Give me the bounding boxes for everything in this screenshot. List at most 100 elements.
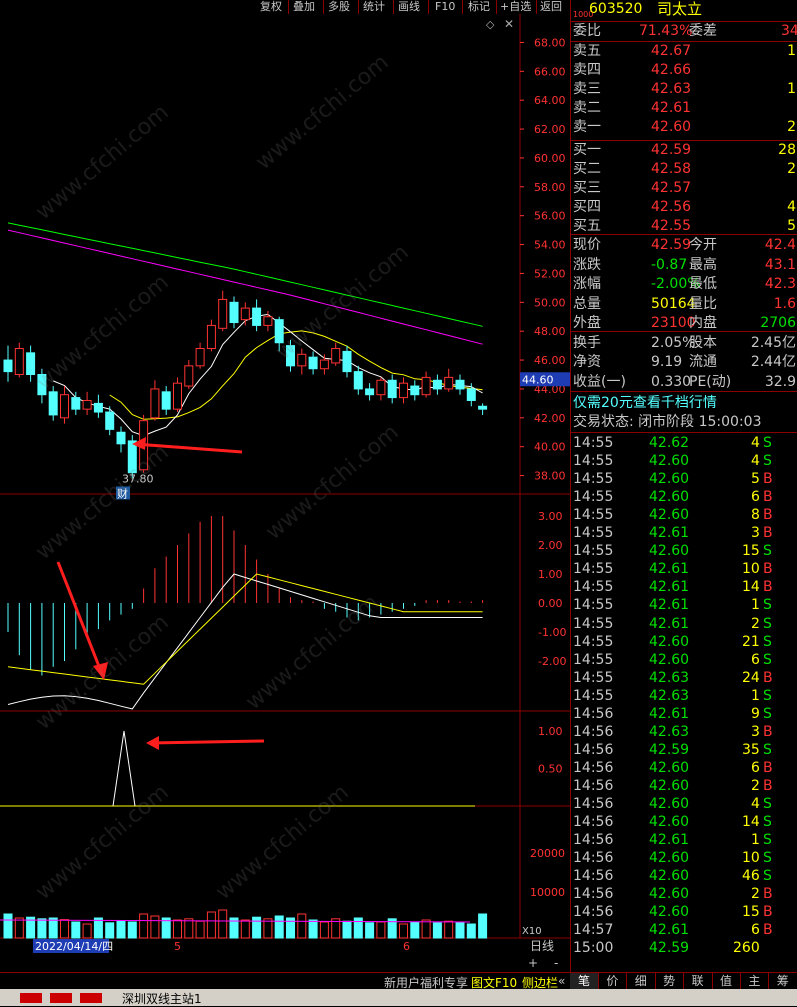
trade-status: 交易状态: 闭市阶段 15:00:03 (571, 413, 797, 431)
toolbar-divider (358, 0, 359, 14)
tick-volume: 4 (751, 796, 760, 812)
overlay-button[interactable]: 叠加 (293, 0, 315, 14)
candle-body (274, 319, 284, 344)
tab-0[interactable]: 笔 (570, 973, 599, 989)
candle-body (48, 391, 58, 416)
ma5-line (53, 313, 483, 437)
candle-body (387, 379, 397, 399)
draw-line-button[interactable]: 画线 (398, 0, 420, 14)
promo-text[interactable]: 仅需20元查看千档行情 (573, 394, 717, 412)
candle-body (3, 359, 13, 373)
tab-7[interactable]: 筹 (769, 973, 797, 989)
stat-row: 涨幅 -2.00% 最低 42.3 (571, 275, 797, 293)
back-button[interactable]: 返回 (540, 0, 562, 14)
tab-4[interactable]: 联 (684, 973, 713, 989)
add-watchlist-button[interactable]: +自选 (500, 0, 531, 14)
chart-bottom-bar: 新用户福利专享 图文F10 侧边栏 « (0, 972, 570, 990)
tick-row: 15:00 42.59 260 (571, 939, 797, 957)
sell-volume: 1 (787, 81, 796, 97)
tick-row: 14:57 42.61 6 B (571, 921, 797, 939)
candle-body (399, 382, 408, 399)
stat-value: 2.44亿 (750, 354, 796, 370)
month-label: 5 (174, 940, 181, 953)
statistics-button[interactable]: 统计 (363, 0, 385, 14)
candle-body (127, 440, 137, 474)
volume-bar (432, 922, 442, 939)
stat-row: 收益(一) 0.330 PE(动) 32.9 (571, 373, 797, 391)
tick-side: S (763, 850, 772, 867)
fuquan-button[interactable]: 复权 (260, 0, 282, 14)
tick-row: 14:56 42.63 3 B (571, 723, 797, 741)
buy-level-label: 买三 (573, 180, 601, 196)
close-icon[interactable]: ✕ (504, 17, 514, 31)
stat-row: 净资 9.19 流通 2.44亿 (571, 353, 797, 371)
stat-label: 今开 (689, 237, 717, 253)
sell-price: 42.63 (651, 81, 692, 97)
tab-2[interactable]: 细 (627, 973, 656, 989)
volume-unit: X10 (522, 926, 542, 937)
tick-row: 14:55 42.63 1 S (571, 687, 797, 705)
tick-time: 14:56 (573, 868, 614, 885)
signal-tick-label: 0.50 (538, 763, 563, 776)
candle-body (466, 388, 476, 401)
stat-row: 总量 50164 量比 1.6 (571, 295, 797, 313)
macd-tick-label: 0.00 (538, 597, 563, 610)
stat-row: 外盘 23100 内盘 2706 (571, 314, 797, 332)
buy-level-label: 买一 (573, 142, 601, 158)
stat-value: 1.6 (773, 295, 796, 312)
kline-chart[interactable]: 68.0066.0064.0062.0060.0058.0056.0054.00… (0, 14, 570, 972)
volume-bar (308, 919, 318, 939)
candle-body (173, 382, 182, 410)
price-tick-label: 68.00 (534, 36, 566, 49)
volume-bar (3, 913, 13, 939)
stat-label: 总量 (573, 295, 601, 312)
tick-row: 14:55 42.61 2 S (571, 615, 797, 633)
tab-5[interactable]: 值 (712, 973, 741, 989)
tick-time: 14:56 (573, 814, 614, 831)
tick-time: 14:56 (573, 741, 614, 758)
tick-row: 14:55 42.61 14 B (571, 578, 797, 596)
tab-3[interactable]: 势 (655, 973, 685, 989)
volume-bar (48, 917, 58, 939)
tick-row: 14:56 42.60 10 S (571, 849, 797, 867)
tick-price: 42.63 (649, 723, 690, 740)
f10-button[interactable]: F10 (435, 0, 455, 14)
candle-body (432, 379, 442, 390)
buy-row: 买五 42.55 5 (571, 217, 797, 235)
stat-value: 42.4 (764, 237, 796, 253)
zoom-out-button[interactable]: - (554, 956, 558, 970)
tick-side: S (763, 453, 772, 470)
price-tick-label: 52.00 (534, 267, 566, 280)
stat-row: 换手 2.05% 股本 2.45亿 (571, 334, 797, 352)
tick-row: 14:55 42.60 8 B (571, 506, 797, 524)
tick-volume: 10 (742, 561, 760, 578)
stat-label: 收益(一) (573, 373, 626, 390)
stat-label: 流通 (689, 354, 717, 370)
tick-volume: 2 (751, 615, 760, 632)
tick-volume: 6 (751, 759, 760, 776)
tick-row: 14:56 42.61 1 S (571, 831, 797, 849)
candle-body (82, 399, 92, 410)
tick-side: B (763, 561, 773, 578)
annotation-arrowhead (146, 736, 159, 750)
tick-price: 42.60 (649, 651, 690, 668)
stat-label: 外盘 (573, 315, 601, 331)
stat-value: 9.19 (651, 354, 683, 370)
diamond-icon[interactable]: ◇ (486, 18, 494, 31)
candle-body (342, 350, 352, 373)
zoom-in-button[interactable]: + (528, 956, 538, 970)
tick-time: 14:55 (573, 687, 614, 704)
stock-name: 司太立 (657, 0, 703, 18)
tick-price: 42.60 (649, 796, 690, 812)
tick-row: 14:56 42.60 2 B (571, 885, 797, 903)
candle-body (37, 374, 47, 396)
tick-price: 42.60 (649, 814, 690, 831)
tab-1[interactable]: 价 (598, 973, 628, 989)
tab-6[interactable]: 主 (740, 973, 770, 989)
toolbar-divider (428, 0, 429, 14)
kline-chart-area[interactable]: 68.00 66.00 64.00 62.00 60.00 58.00 56.00 54.00… (0, 14, 570, 972)
mark-button[interactable]: 标记 (468, 0, 490, 14)
collapse-icon[interactable]: « (558, 974, 565, 988)
promo-link[interactable]: 仅需20元查看千档行情 (571, 394, 797, 412)
multi-stock-button[interactable]: 多股 (328, 0, 350, 14)
